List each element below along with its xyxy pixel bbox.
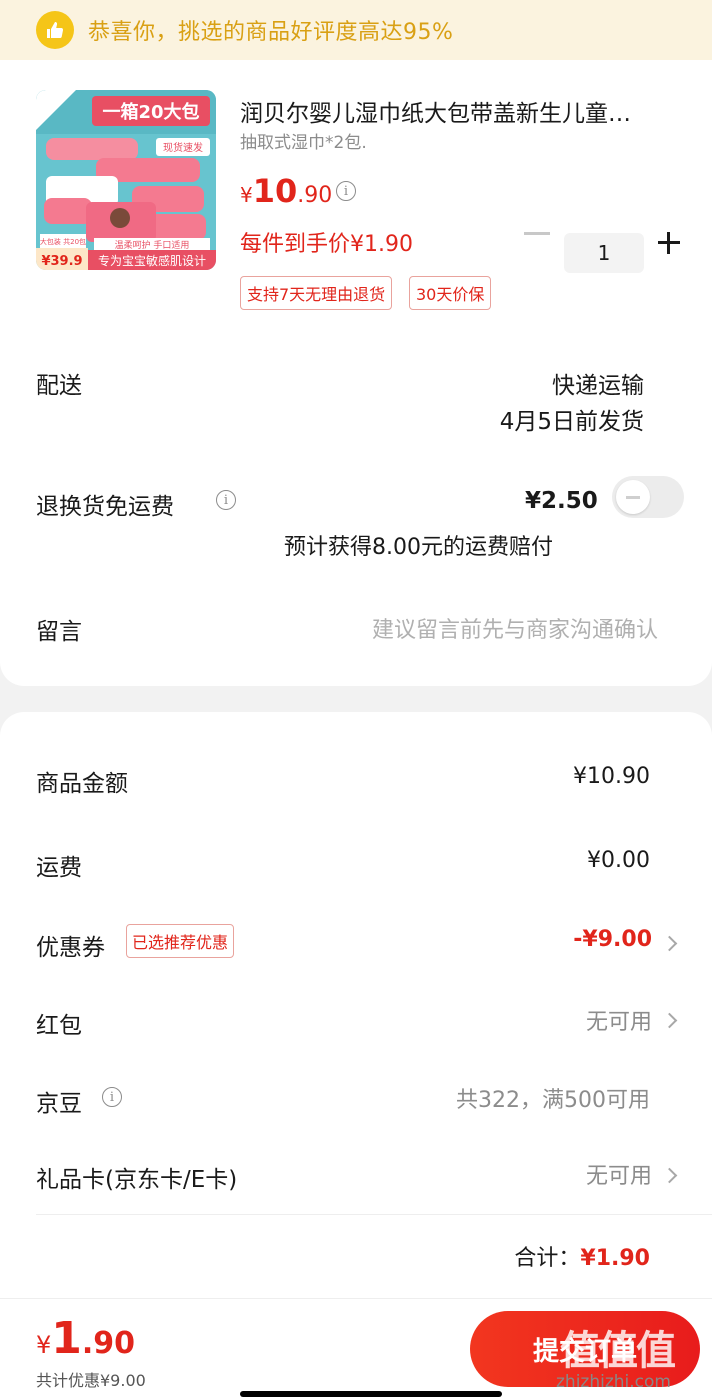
home-indicator xyxy=(240,1391,502,1397)
coupon-value[interactable]: -¥9.00 xyxy=(573,927,652,952)
goods-amount-label: 商品金额 xyxy=(36,771,128,797)
banner-text: 恭喜你，挑选的商品好评度高达95% xyxy=(88,20,454,45)
image-ribbon: 现货速发 xyxy=(163,141,203,154)
per-item-price: 每件到手价¥1.90 xyxy=(240,232,413,257)
chevron-right-icon[interactable] xyxy=(661,1012,678,1029)
goods-amount-value: ¥10.90 xyxy=(573,764,650,789)
red-packet-label: 红包 xyxy=(36,1013,82,1039)
product-title[interactable]: 润贝尔婴儿湿巾纸大包带盖新生儿童… xyxy=(240,94,686,128)
thumbs-up-icon xyxy=(36,11,74,49)
total-row: 合计： ¥1.90 xyxy=(514,1240,650,1272)
price-protection-tag: 30天价保 xyxy=(409,276,492,310)
product-card: 一箱20大包 现货速发 大包装 共20包 温柔呵护 手口适用 ¥39.9 专为宝… xyxy=(0,60,712,686)
jd-beans-label: 京豆 xyxy=(36,1091,82,1117)
message-label: 留言 xyxy=(36,619,82,645)
product-price: ¥ 10 .90 xyxy=(240,172,332,210)
order-confirm-page: 恭喜你，挑选的商品好评度高达95% 一箱20大包 现货速发 大包装 共20包 温… xyxy=(0,0,712,1400)
coupon-label: 优惠券 xyxy=(36,935,105,961)
watermark-url: zhizhizhi.com xyxy=(556,1372,671,1392)
total-label: 合计： xyxy=(514,1246,581,1271)
price-currency: ¥ xyxy=(240,183,253,207)
delivery-method[interactable]: 快递运输 xyxy=(552,366,644,400)
increase-quantity-button[interactable] xyxy=(656,230,682,256)
info-icon[interactable]: i xyxy=(102,1087,122,1107)
jd-beans-value: 共322，满500可用 xyxy=(456,1088,650,1113)
payable-integer: 1 xyxy=(51,1313,82,1364)
shipping-value: ¥0.00 xyxy=(587,848,650,873)
gift-card-label: 礼品卡(京东卡/E卡) xyxy=(36,1167,238,1193)
chevron-right-icon[interactable] xyxy=(661,935,678,952)
return-insurance-label: 退换货免运费 xyxy=(36,494,174,520)
info-icon[interactable]: i xyxy=(216,490,236,510)
chevron-right-icon[interactable] xyxy=(661,1167,678,1184)
divider xyxy=(36,1214,712,1215)
toggle-knob xyxy=(616,480,650,514)
delivery-label: 配送 xyxy=(36,373,82,399)
watermark-logo: 值值值 xyxy=(560,1328,676,1374)
image-headline: 一箱20大包 xyxy=(102,101,199,123)
delivery-eta: 4月5日前发货 xyxy=(499,409,644,435)
return-insurance-price: ¥2.50 xyxy=(525,488,598,514)
payable-amount: ¥ 1 .90 xyxy=(36,1313,135,1364)
total-discount: 共计优惠¥9.00 xyxy=(36,1371,146,1390)
image-slogan: 专为宝宝敏感肌设计 xyxy=(98,253,206,268)
image-badge-price: ¥39.9 xyxy=(41,254,82,269)
payable-decimal: .90 xyxy=(81,1326,136,1361)
quantity-input[interactable]: 1 xyxy=(564,233,644,273)
info-icon[interactable]: i xyxy=(336,181,356,201)
return-insurance-note: 预计获得8.00元的运费赔付 xyxy=(284,535,553,560)
shipping-label: 运费 xyxy=(36,855,82,881)
decrease-quantity-button[interactable] xyxy=(524,232,550,235)
price-integer: 10 xyxy=(252,172,298,210)
image-pack-note: 大包装 共20包 xyxy=(40,237,86,246)
red-packet-value[interactable]: 无可用 xyxy=(586,1004,652,1036)
total-value: ¥1.90 xyxy=(580,1246,650,1271)
price-summary-card: 商品金额 ¥10.90 运费 ¥0.00 优惠券 已选推荐优惠 -¥9.00 红… xyxy=(0,712,712,1298)
price-decimal: .90 xyxy=(297,183,333,208)
praise-banner: 恭喜你，挑选的商品好评度高达95% xyxy=(0,0,712,60)
coupon-selected-badge: 已选推荐优惠 xyxy=(126,924,235,958)
gift-card-value[interactable]: 无可用 xyxy=(586,1158,652,1190)
payable-currency: ¥ xyxy=(36,1331,52,1359)
return-policy-tag: 支持7天无理由退货 xyxy=(240,276,393,310)
message-input[interactable]: 建议留言前先与商家沟通确认 xyxy=(372,612,658,644)
product-image[interactable]: 一箱20大包 现货速发 大包装 共20包 温柔呵护 手口适用 ¥39.9 专为宝… xyxy=(36,90,216,270)
return-insurance-toggle[interactable] xyxy=(612,476,684,518)
image-feature: 温柔呵护 手口适用 xyxy=(115,239,190,251)
product-spec: 抽取式湿巾*2包. xyxy=(240,133,367,153)
